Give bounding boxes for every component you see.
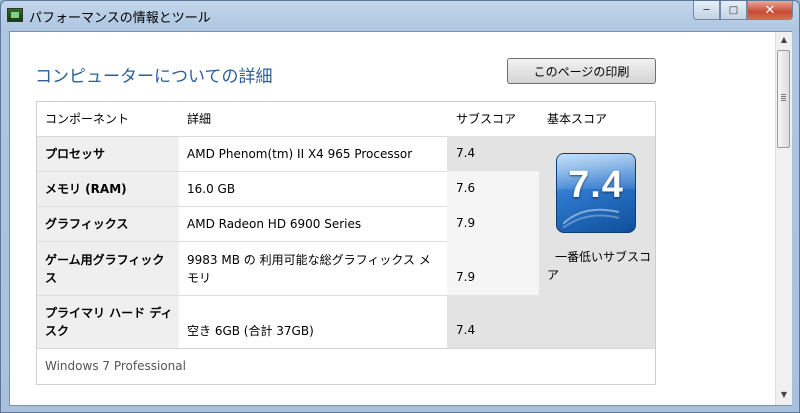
os-edition: Windows 7 Professional xyxy=(37,348,655,384)
client-area: コンピューターについての詳細 このページの印刷 コンポーネント 詳細 サブスコア… xyxy=(9,31,792,406)
detail-cell: 9983 MB の 利用可能な総グラフィックス メモリ xyxy=(179,241,447,295)
detail-cell: 16.0 GB xyxy=(179,171,447,206)
maximize-icon: □ xyxy=(728,4,739,16)
close-button[interactable]: ✕ xyxy=(747,1,793,20)
base-score-value: 7.4 xyxy=(568,164,624,206)
minimize-icon: ─ xyxy=(703,4,710,16)
component-cell: プロセッサ xyxy=(37,136,179,171)
scroll-down-button[interactable]: ▼ xyxy=(776,387,792,403)
detail-cell: 空き 6GB (合計 37GB) xyxy=(179,295,447,348)
arrow-down-icon: ▼ xyxy=(780,390,788,399)
table-row: ゲーム用グラフィックス 9983 MB の 利用可能な総グラフィックス メモリ … xyxy=(37,241,539,295)
grip-icon xyxy=(781,94,786,95)
table-row: プライマリ ハード ディスク 空き 6GB (合計 37GB) 7.4 xyxy=(37,295,539,348)
subscore-cell: 7.4 xyxy=(447,136,539,171)
header-component: コンポーネント xyxy=(45,112,130,126)
component-cell: グラフィックス xyxy=(37,206,179,241)
subscore-cell: 7.4 xyxy=(447,295,539,348)
app-icon xyxy=(7,8,23,22)
table-row: グラフィックス AMD Radeon HD 6900 Series 7.9 xyxy=(37,206,539,241)
header-detail: 詳細 xyxy=(187,112,212,126)
table-row: プロセッサ AMD Phenom(tm) II X4 965 Processor… xyxy=(37,136,539,171)
detail-cell: AMD Radeon HD 6900 Series xyxy=(179,206,447,241)
table-row: メモリ (RAM) 16.0 GB 7.6 xyxy=(37,171,539,206)
vertical-scrollbar[interactable]: ▲ ▼ xyxy=(775,32,792,405)
base-score-panel: 7.4 一番低いサブスコア xyxy=(539,136,655,348)
component-cell: メモリ (RAM) xyxy=(37,171,179,206)
scroll-up-button[interactable]: ▲ xyxy=(776,32,792,48)
content-pane: コンピューターについての詳細 このページの印刷 コンポーネント 詳細 サブスコア… xyxy=(10,32,774,405)
subscore-cell: 7.6 xyxy=(447,171,539,206)
subscore-cell: 7.9 xyxy=(447,206,539,241)
title-bar[interactable]: パフォーマンスの情報とツール ─ □ ✕ xyxy=(1,1,799,31)
print-page-button[interactable]: このページの印刷 xyxy=(507,58,656,84)
subscore-cell: 7.9 xyxy=(447,241,539,295)
caption-buttons: ─ □ ✕ xyxy=(693,1,793,21)
scrollbar-thumb[interactable] xyxy=(777,50,790,148)
component-cell: プライマリ ハード ディスク xyxy=(37,295,179,348)
minimize-button[interactable]: ─ xyxy=(693,1,720,20)
header-basescore: 基本スコア xyxy=(547,112,608,126)
details-table: コンポーネント 詳細 サブスコア 基本スコア プロセッサ AMD Phenom(… xyxy=(36,101,656,385)
base-score-caption: 一番低いサブスコア xyxy=(547,250,652,282)
component-cell: ゲーム用グラフィックス xyxy=(37,241,179,295)
maximize-button[interactable]: □ xyxy=(720,1,747,20)
arrow-up-icon: ▲ xyxy=(780,35,788,44)
header-subscore: サブスコア xyxy=(456,112,517,126)
base-score-badge: 7.4 xyxy=(556,153,636,233)
performance-info-window: パフォーマンスの情報とツール ─ □ ✕ コンピューターについての詳細 このペー… xyxy=(0,0,800,413)
close-icon: ✕ xyxy=(764,2,776,18)
page-title: コンピューターについての詳細 xyxy=(35,67,273,87)
detail-cell: AMD Phenom(tm) II X4 965 Processor xyxy=(179,136,447,171)
window-title: パフォーマンスの情報とツール xyxy=(29,11,211,26)
